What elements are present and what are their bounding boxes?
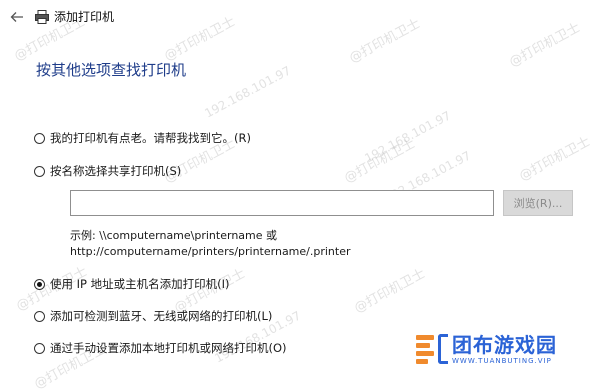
radio-option-manual-setup[interactable]: 通过手动设置添加本地打印机或网络打印机(O) (34, 339, 287, 357)
example-line: http://computername/printers/printername… (70, 245, 351, 258)
radio-label: 使用 IP 地址或主机名添加打印机(I) (50, 277, 230, 291)
radio-button[interactable] (34, 165, 45, 177)
example-text: 示例: \\computername\printername 或 http://… (70, 228, 351, 260)
window-title: 添加打印机 (54, 10, 115, 24)
title-bar: 添加打印机 (0, 0, 600, 34)
radio-option-bluetooth-wireless[interactable]: 添加可检测到蓝牙、无线或网络的打印机(L) (34, 307, 272, 325)
radio-button[interactable] (34, 342, 45, 354)
browse-button[interactable]: 浏览(R)... (503, 190, 573, 216)
radio-option-ip-address[interactable]: 使用 IP 地址或主机名添加打印机(I) (34, 275, 230, 293)
printer-icon (35, 10, 49, 24)
radio-label: 通过手动设置添加本地打印机或网络打印机(O) (50, 341, 287, 355)
example-line: 示例: \\computername\printername 或 (70, 229, 278, 242)
brand-bars-icon (416, 335, 434, 364)
watermark: @打印机卫士 (351, 266, 428, 317)
brand-name: 团布游戏园 (452, 332, 557, 357)
watermark: 192.168.101.97 (202, 63, 294, 121)
brand-bracket-icon (438, 334, 448, 364)
watermark: 192.168.101.97 (362, 108, 454, 166)
watermark: @打印机卫士 (341, 136, 418, 187)
brand-logo: 团布游戏园 WWW.TUANBUTING.VIP (416, 326, 557, 372)
radio-button[interactable] (34, 132, 45, 144)
radio-button[interactable] (34, 310, 45, 322)
watermark: @打印机卫士 (516, 134, 593, 185)
page-heading: 按其他选项查找打印机 (36, 61, 187, 79)
radio-option-old-printer[interactable]: 我的打印机有点老。请帮我找到它。(R) (34, 129, 251, 147)
radio-label: 添加可检测到蓝牙、无线或网络的打印机(L) (50, 309, 273, 323)
back-arrow-icon[interactable] (8, 8, 26, 26)
radio-option-shared-printer[interactable]: 按名称选择共享打印机(S) (34, 162, 181, 180)
brand-url: WWW.TUANBUTING.VIP (452, 356, 552, 365)
shared-printer-name-input[interactable] (70, 190, 494, 216)
radio-label: 按名称选择共享打印机(S) (50, 164, 182, 178)
radio-label: 我的打印机有点老。请帮我找到它。(R) (50, 131, 251, 145)
radio-button-selected[interactable] (34, 278, 45, 290)
